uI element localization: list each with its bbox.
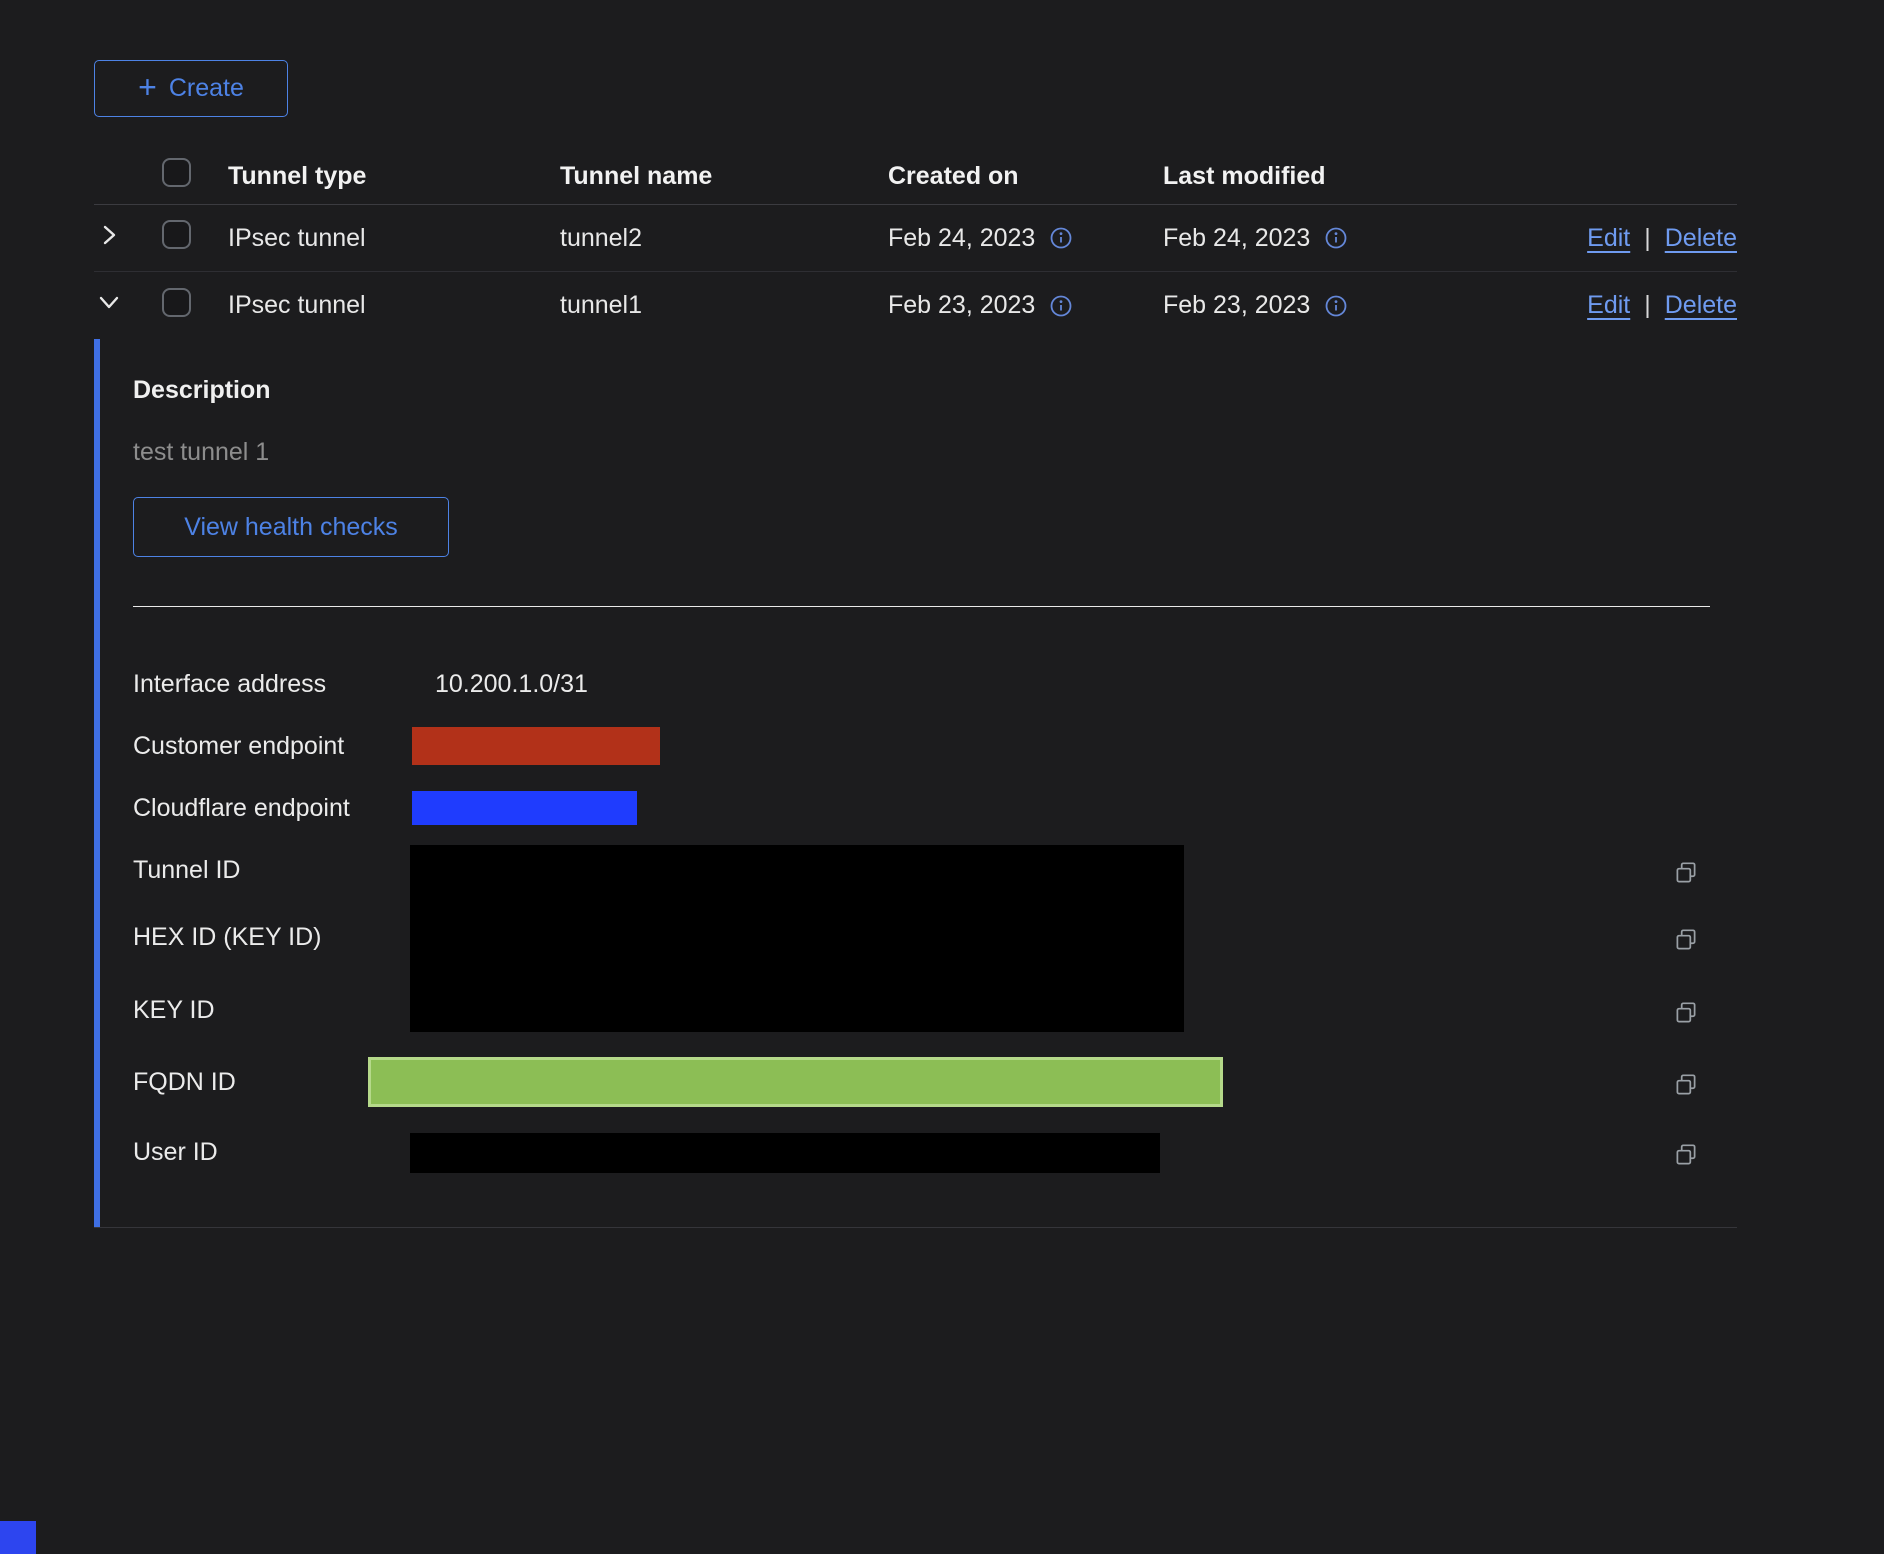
info-icon[interactable]	[1324, 294, 1348, 318]
last-modified-cell: Feb 23, 2023	[1163, 291, 1545, 320]
cloudflare-endpoint-redacted-value	[412, 791, 637, 825]
copy-icon	[1672, 1141, 1700, 1169]
plus-icon: +	[138, 71, 157, 103]
customer-endpoint-label: Customer endpoint	[133, 728, 344, 764]
description-value: test tunnel 1	[133, 434, 269, 470]
row-checkbox[interactable]	[162, 288, 191, 317]
info-icon[interactable]	[1324, 226, 1348, 250]
row-checkbox[interactable]	[162, 220, 191, 249]
header-checkbox-cell	[162, 158, 228, 194]
link-separator: |	[1644, 291, 1651, 320]
copy-icon	[1672, 926, 1700, 954]
copy-icon	[1672, 999, 1700, 1027]
table-row-tunnel2: IPsec tunnel tunnel2 Feb 24, 2023 Feb 24…	[94, 205, 1737, 272]
delete-link[interactable]: Delete	[1665, 224, 1737, 253]
fqdn-id-label: FQDN ID	[133, 1064, 236, 1100]
header-last-modified: Last modified	[1163, 162, 1545, 191]
table-header-row: Tunnel type Tunnel name Created on Last …	[94, 148, 1737, 205]
key-id-label: KEY ID	[133, 992, 215, 1028]
tunnel-id-label: Tunnel ID	[133, 852, 240, 888]
bottom-left-accent-mark	[0, 1521, 36, 1554]
description-label: Description	[133, 372, 271, 408]
customer-endpoint-redacted-value	[412, 727, 660, 765]
copy-fqdn-id-button[interactable]	[1670, 1069, 1702, 1101]
hex-id-label: HEX ID (KEY ID)	[133, 919, 321, 955]
tunnels-table: Tunnel type Tunnel name Created on Last …	[94, 148, 1737, 339]
chevron-down-icon[interactable]	[96, 289, 122, 315]
copy-user-id-button[interactable]	[1670, 1139, 1702, 1171]
checkbox-cell	[162, 288, 228, 324]
info-icon[interactable]	[1049, 294, 1073, 318]
copy-key-id-button[interactable]	[1670, 997, 1702, 1029]
header-created-on: Created on	[888, 162, 1163, 191]
delete-link[interactable]: Delete	[1665, 291, 1737, 320]
checkbox-cell	[162, 220, 228, 256]
copy-icon	[1672, 859, 1700, 887]
create-button[interactable]: + Create	[94, 60, 288, 117]
ids-redacted-value	[410, 845, 1184, 1032]
created-on-value: Feb 23, 2023	[888, 291, 1035, 320]
created-on-cell: Feb 24, 2023	[888, 224, 1163, 253]
expand-cell	[94, 222, 162, 255]
last-modified-value: Feb 24, 2023	[1163, 224, 1310, 253]
edit-link[interactable]: Edit	[1587, 291, 1630, 320]
info-icon[interactable]	[1049, 226, 1073, 250]
expanded-row-accent-bar	[94, 339, 100, 1227]
section-divider	[133, 606, 1710, 607]
tunnel-name-cell: tunnel2	[560, 224, 888, 253]
copy-tunnel-id-button[interactable]	[1670, 857, 1702, 889]
chevron-right-icon[interactable]	[96, 222, 122, 248]
header-tunnel-type: Tunnel type	[228, 162, 560, 191]
create-button-label: Create	[169, 74, 244, 103]
interface-address-value: 10.200.1.0/31	[435, 666, 588, 702]
header-tunnel-name: Tunnel name	[560, 162, 888, 191]
edit-link[interactable]: Edit	[1587, 224, 1630, 253]
created-on-cell: Feb 23, 2023	[888, 291, 1163, 320]
cloudflare-endpoint-label: Cloudflare endpoint	[133, 790, 350, 826]
last-modified-value: Feb 23, 2023	[1163, 291, 1310, 320]
table-row-tunnel1: IPsec tunnel tunnel1 Feb 23, 2023 Feb 23…	[94, 272, 1737, 339]
select-all-checkbox[interactable]	[162, 158, 191, 187]
actions-cell: Edit | Delete	[1545, 291, 1737, 320]
actions-cell: Edit | Delete	[1545, 224, 1737, 253]
tunnel-type-cell: IPsec tunnel	[228, 224, 560, 253]
expanded-tunnel-detail: Description test tunnel 1 View health ch…	[94, 339, 1737, 1228]
interface-address-label: Interface address	[133, 666, 326, 702]
tunnel-type-cell: IPsec tunnel	[228, 291, 560, 320]
copy-hex-id-button[interactable]	[1670, 924, 1702, 956]
tunnel-name-cell: tunnel1	[560, 291, 888, 320]
user-id-label: User ID	[133, 1134, 218, 1170]
copy-icon	[1672, 1071, 1700, 1099]
link-separator: |	[1644, 224, 1651, 253]
user-id-redacted-value	[410, 1133, 1160, 1173]
ipsec-tunnels-page: + Create Tunnel type Tunnel name Created…	[0, 0, 1884, 1554]
expand-cell	[94, 289, 162, 322]
view-health-checks-button[interactable]: View health checks	[133, 497, 449, 557]
fqdn-id-redacted-value	[368, 1057, 1223, 1107]
last-modified-cell: Feb 24, 2023	[1163, 224, 1545, 253]
created-on-value: Feb 24, 2023	[888, 224, 1035, 253]
